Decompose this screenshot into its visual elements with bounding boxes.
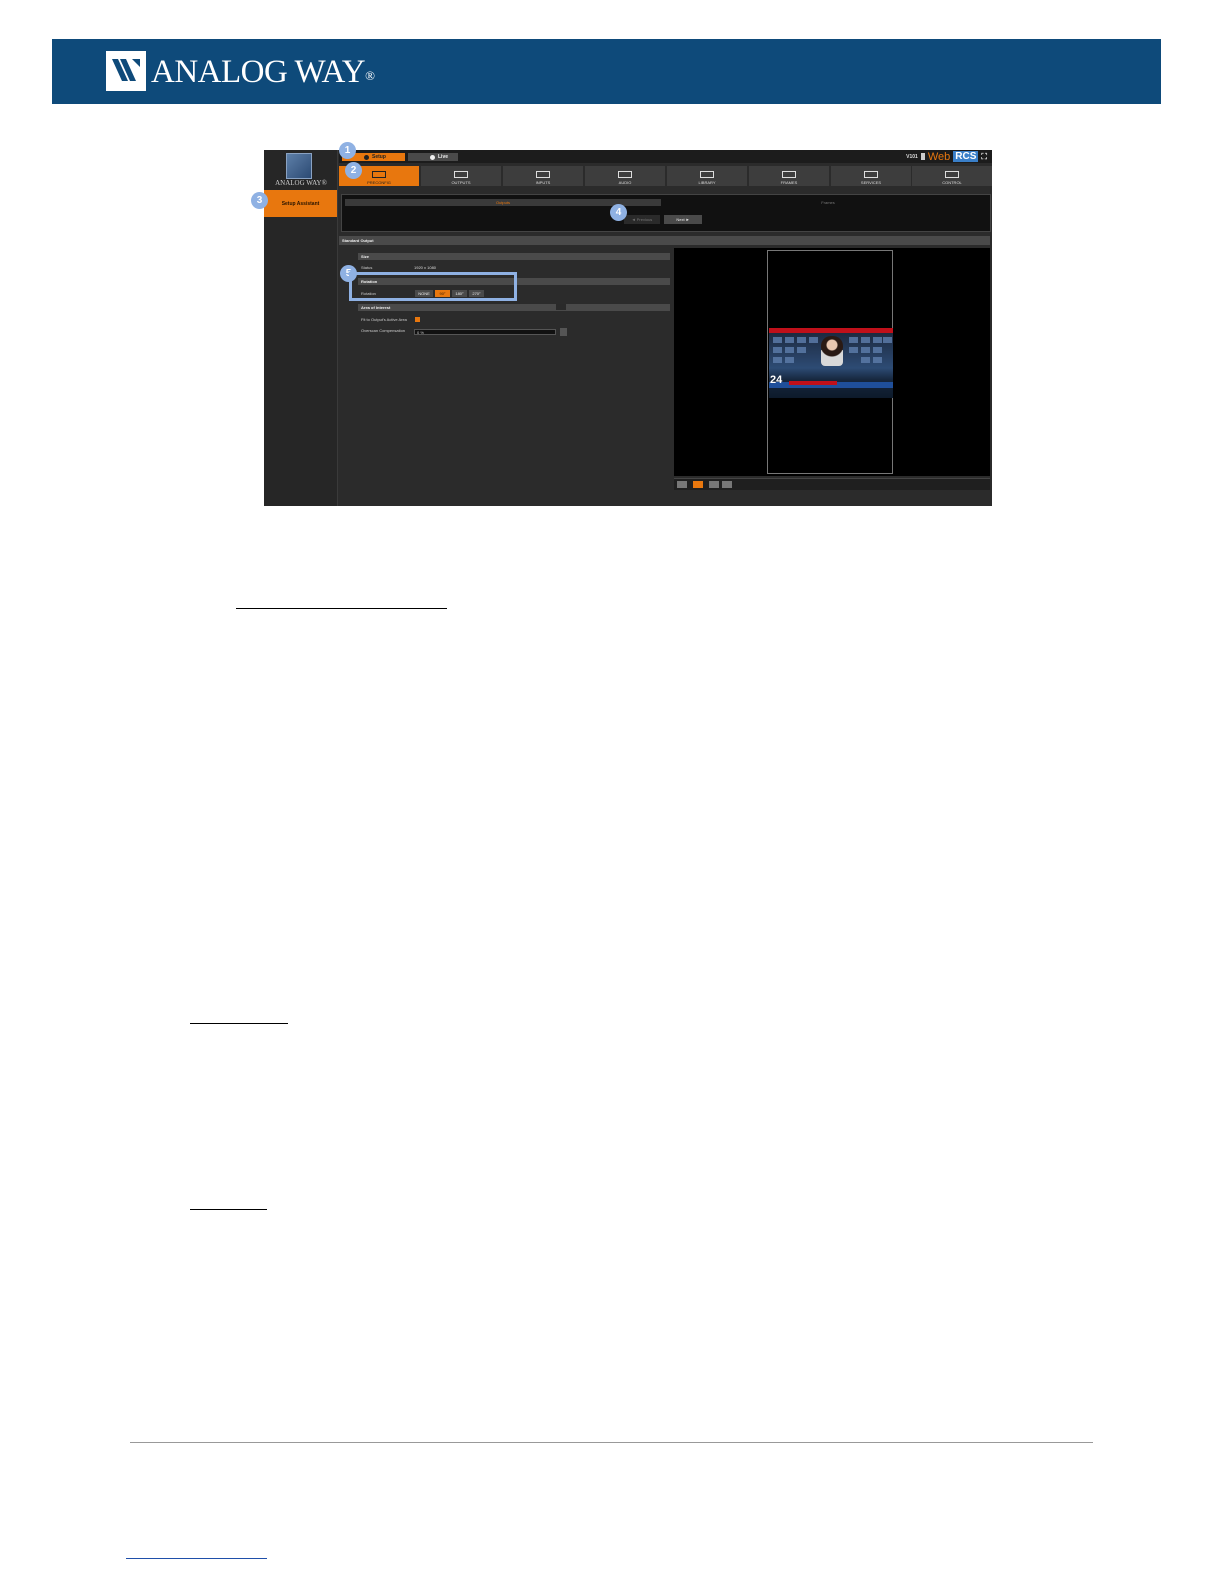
menu-preconfig-label: PRECONFIG (367, 180, 391, 185)
grid-icon[interactable] (677, 481, 687, 488)
layout-icon[interactable] (693, 481, 703, 488)
display-icon[interactable] (722, 481, 732, 488)
status-value: 1920 x 1080 (414, 265, 437, 270)
left-column: ANALOG WAY® Setup Assistant (264, 150, 338, 506)
frames-icon (782, 171, 796, 178)
preview-frame: 24 (767, 250, 893, 474)
device-name: V101 (906, 153, 918, 160)
menu-services-label: SERVICES (860, 180, 882, 185)
preview-toolbar (674, 478, 990, 490)
tab-live-label: Live (438, 154, 449, 160)
news-headline-bar (789, 381, 837, 385)
menu-library-label: LIBRARY (698, 180, 716, 185)
news-channel-number: 24 (770, 374, 783, 386)
next-button[interactable]: Next ► (664, 215, 702, 224)
live-icon (430, 154, 435, 160)
section-title: Standard Output (339, 236, 990, 245)
heading-underline-1 (236, 608, 447, 609)
heading-underline-2 (190, 1023, 288, 1024)
menu-control[interactable]: CONTROL (912, 166, 992, 186)
wizard-step-frames[interactable]: Frames (672, 199, 984, 206)
webrcs-screenshot: ANALOG WAY® Setup Assistant Setup Live V… (264, 150, 992, 506)
zoom-icon[interactable] (709, 481, 719, 488)
menu-frames-label: FRAMES (780, 180, 798, 185)
menu-audio[interactable]: AUDIO (585, 166, 665, 186)
menu-frames[interactable]: FRAMES (749, 166, 829, 186)
top-right-area: V101 Web RCS ⛶ (906, 150, 987, 163)
callout-1: 1 (339, 142, 356, 159)
menu-services[interactable]: SERVICES (831, 166, 911, 186)
previous-button[interactable]: ◄ Previous (624, 215, 660, 224)
control-gear-icon (945, 171, 959, 178)
menu-control-label: CONTROL (942, 180, 962, 185)
callout-3: 3 (251, 192, 268, 209)
audio-icon (618, 171, 632, 178)
aoi-toggle-button[interactable] (556, 304, 566, 310)
fit-checkbox[interactable] (415, 317, 420, 322)
webrcs-web: Web (927, 150, 951, 163)
menu-audio-label: AUDIO (618, 180, 632, 185)
aoi-header: Area of Interest (358, 304, 670, 311)
mode-bar: Setup Live V101 Web RCS ⛶ (339, 150, 992, 163)
rotation-highlight-box (349, 272, 517, 301)
size-header: Size (358, 253, 670, 260)
library-icon (700, 171, 714, 178)
menu-outputs-label: OUTPUTS (451, 180, 471, 185)
outputs-icon (454, 171, 468, 178)
inputs-icon (536, 171, 550, 178)
menu-library[interactable]: LIBRARY (667, 166, 747, 186)
device-icon (920, 153, 925, 160)
overscan-stepper[interactable] (560, 328, 567, 336)
brand-name: ANALOG WAY® (151, 54, 375, 90)
overscan-input[interactable]: 0 % (414, 329, 556, 335)
callout-2: 2 (345, 162, 362, 179)
services-icon (864, 171, 878, 178)
menu-inputs[interactable]: INPUTS (503, 166, 583, 186)
preconfig-icon (372, 171, 386, 178)
webrcs-rcs: RCS (953, 151, 979, 162)
callout-4: 4 (610, 204, 627, 221)
setup-icon (364, 154, 369, 160)
status-label: Status (361, 265, 373, 270)
news-anchor-image (821, 336, 843, 366)
overscan-label: Overscan Compensation (361, 328, 406, 333)
fit-label: Fit to Output's Active Area (361, 317, 407, 322)
footer-link-underline (126, 1558, 267, 1559)
menu-inputs-label: INPUTS (535, 180, 551, 185)
news-thumbnail: 24 (769, 328, 893, 398)
main-menu: PRECONFIG OUTPUTS INPUTS AUDIO LIBRARY F… (339, 166, 992, 186)
footer-divider (130, 1442, 1093, 1443)
app-logo-icon (286, 153, 312, 179)
sidebar-item-setup-assistant[interactable]: Setup Assistant (264, 190, 337, 217)
output-preview: 24 (674, 248, 990, 476)
tab-setup-label: Setup (372, 154, 386, 160)
tab-live[interactable]: Live (408, 153, 458, 161)
menu-outputs[interactable]: OUTPUTS (421, 166, 501, 186)
heading-underline-3 (190, 1209, 267, 1210)
setup-wizard: Outputs Frames ◄ Previous Next ► (341, 194, 991, 232)
app-logo-text: ANALOG WAY® (275, 179, 327, 187)
fullscreen-icon[interactable]: ⛶ (981, 152, 987, 162)
analog-way-logo-icon (106, 51, 146, 91)
header-banner: ANALOG WAY® (52, 39, 1161, 104)
